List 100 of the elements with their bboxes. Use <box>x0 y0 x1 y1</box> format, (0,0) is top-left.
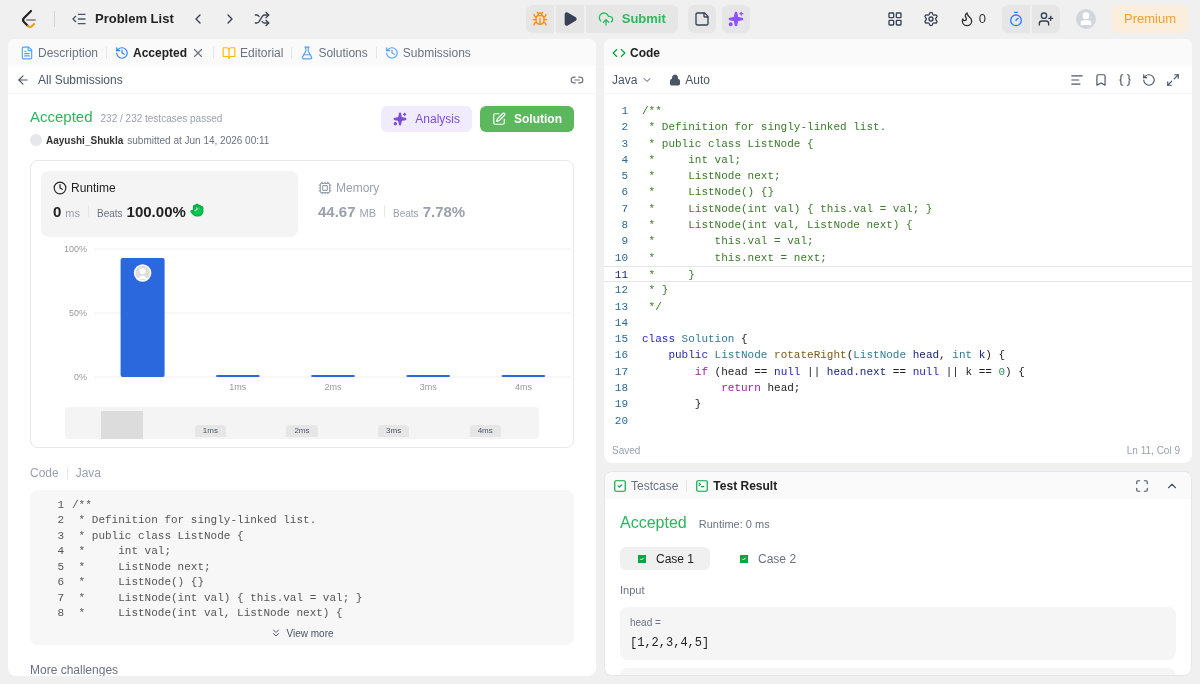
bug-icon <box>531 10 548 27</box>
beats-label: Beats <box>97 206 123 221</box>
problem-list-button[interactable]: Problem List <box>71 8 174 29</box>
line-number: 20 <box>613 413 629 429</box>
range-label: 1ms <box>194 424 226 437</box>
settings-icon <box>922 10 939 27</box>
line-number: 3 <box>56 528 65 544</box>
panel-tab[interactable]: Submissions <box>384 43 471 62</box>
variable-name: head = <box>630 615 662 630</box>
range-handle[interactable] <box>100 410 144 439</box>
metric-card[interactable]: Runtime 0 ms Beats 100.00% <box>41 170 298 237</box>
sparkles-icon <box>393 112 408 126</box>
streak-button[interactable]: 0 <box>950 2 994 35</box>
code-line: /** <box>642 104 662 119</box>
line-number: 15 <box>613 332 629 348</box>
line-number: 4 <box>56 544 65 559</box>
line-number: 2 <box>620 120 629 136</box>
axis-tick-label: 0% <box>74 371 87 382</box>
logo-icon[interactable] <box>20 8 38 29</box>
line-number: 8 <box>56 606 65 621</box>
clap-icon <box>189 202 204 217</box>
testcases-text: 232 / 232 testcases passed <box>100 112 223 126</box>
book-icon <box>222 45 237 60</box>
language-dropdown[interactable]: Java <box>612 70 654 89</box>
axis-category-label: 3ms <box>419 381 437 392</box>
braces-icon[interactable] <box>1118 72 1132 87</box>
check-icon <box>636 552 648 565</box>
runtime-bar[interactable] <box>501 374 546 377</box>
username[interactable]: Aayushi_Shukla <box>46 132 124 148</box>
format-icon[interactable] <box>1070 72 1084 87</box>
line-number: 10 <box>613 250 629 266</box>
line-number: 5 <box>620 169 629 185</box>
line-number: 1 <box>620 104 629 119</box>
panel-tab[interactable]: Description <box>20 43 99 62</box>
code-line: * ListNode next; <box>77 559 211 575</box>
variable-value: [1,2,3,4,5] <box>630 634 711 652</box>
axis-category-label: 2ms <box>324 381 342 392</box>
code-line: * this.val = val; <box>647 234 814 250</box>
runtime-bar[interactable] <box>406 374 451 377</box>
code-line: * } <box>647 283 669 299</box>
all-submissions-link[interactable]: All Submissions <box>16 70 123 89</box>
panel-tab[interactable]: Testcase <box>613 476 679 495</box>
panel-tab[interactable]: Accepted <box>115 43 188 62</box>
expand-icon[interactable] <box>1166 72 1180 87</box>
line-number: 18 <box>613 381 629 397</box>
line-number: 19 <box>613 397 629 413</box>
metric-value: 44.67 <box>318 201 356 222</box>
code-line: public ListNode rotateRight(ListNode head, int k) { <box>667 348 1006 364</box>
code-line: * ListNode(int val, ListNode next) { <box>647 218 913 234</box>
line-number: 14 <box>613 315 629 331</box>
ai-button[interactable] <box>721 4 750 33</box>
timer-icon <box>1008 10 1024 27</box>
code-line: * ListNode(int val, ListNode next) { <box>77 606 343 621</box>
invite-button[interactable] <box>1032 4 1060 33</box>
panel-tab[interactable]: Solutions <box>300 43 368 62</box>
view-more-button[interactable]: View more <box>270 625 334 641</box>
note-icon <box>693 10 710 27</box>
code-line: return head; <box>720 381 801 397</box>
runtime-bar[interactable] <box>311 374 355 377</box>
mode-label: Auto <box>685 71 711 89</box>
chip-icon <box>318 180 332 195</box>
status-text: Accepted <box>30 107 93 127</box>
line-number: 11 <box>613 267 629 282</box>
line-number: 7 <box>56 590 65 606</box>
language-label: Java <box>75 464 102 482</box>
runtime-bar[interactable] <box>215 374 260 377</box>
code-line: class Solution { <box>642 332 748 348</box>
case-tab[interactable]: Case 2 <box>722 547 813 570</box>
input-label: Input <box>620 583 646 598</box>
line-number: 12 <box>613 283 629 299</box>
notes-button[interactable] <box>687 4 716 33</box>
range-label: 4ms <box>469 424 501 437</box>
line-number: 5 <box>56 559 65 575</box>
code-line: */ <box>647 299 662 315</box>
line-number: 2 <box>56 513 65 528</box>
user-plus-icon <box>1038 10 1054 27</box>
code-line: * ListNode(int val) { this.val = val; } <box>77 590 363 606</box>
cloud-upload-icon <box>597 10 614 27</box>
panel-tab[interactable]: Editorial <box>222 43 284 62</box>
runtime-bar[interactable] <box>120 257 165 377</box>
case-tab[interactable]: Case 1 <box>620 547 711 570</box>
edit-icon <box>492 112 506 126</box>
flask-icon <box>300 45 315 60</box>
analysis-button[interactable]: Analysis <box>381 106 472 132</box>
reset-icon[interactable] <box>1142 72 1156 87</box>
user-avatar <box>30 134 42 146</box>
code-line: * this.next = next; <box>647 250 827 266</box>
code-label: Code <box>30 464 59 482</box>
fullscreen-icon[interactable] <box>1135 478 1149 493</box>
beats-value: 7.78% <box>422 201 466 222</box>
document-icon <box>20 45 34 60</box>
section-heading: More challenges <box>29 661 120 676</box>
code-line: } <box>693 397 702 413</box>
beats-label: Beats <box>393 206 419 221</box>
panel-tab[interactable]: Test Result <box>695 476 778 495</box>
range-slider[interactable]: 1ms 2ms 3ms 4ms <box>65 406 539 439</box>
run-button[interactable] <box>555 4 584 33</box>
save-status: Saved <box>612 443 641 458</box>
line-number: 9 <box>620 234 629 250</box>
bookmark-icon[interactable] <box>1094 72 1108 87</box>
